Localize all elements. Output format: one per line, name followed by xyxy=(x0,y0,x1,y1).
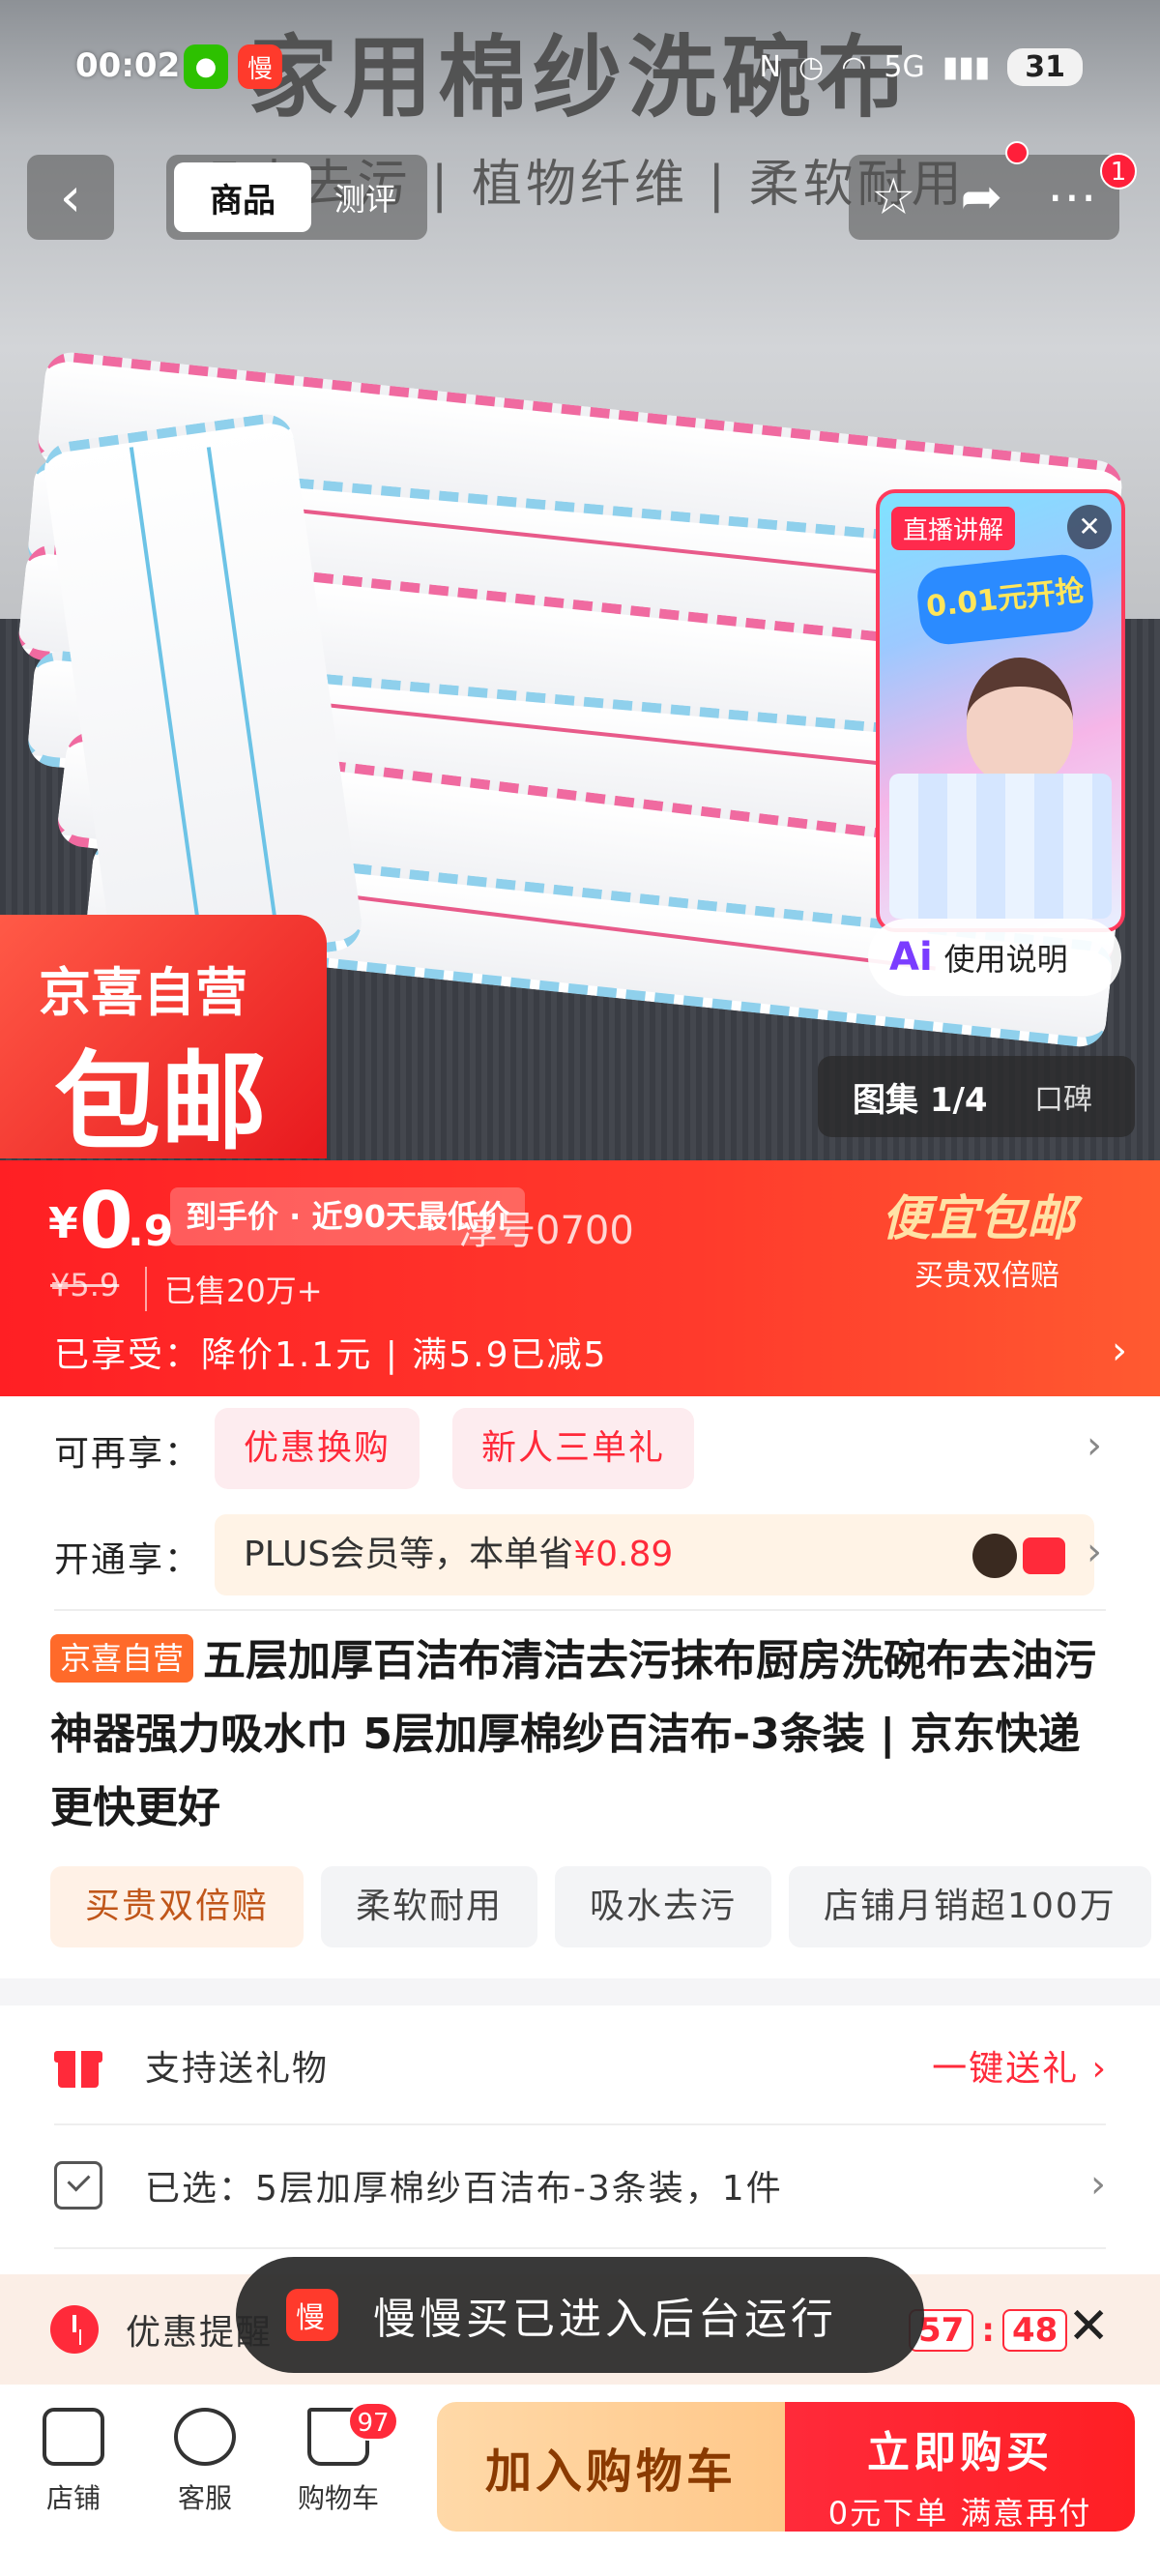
plus-member-box[interactable]: PLUS会员等，本单省¥0.89 xyxy=(215,1514,1094,1595)
trade-in-chip[interactable]: 优惠换购 xyxy=(215,1408,420,1489)
price-decimal: .9 xyxy=(128,1207,174,1256)
tab-product[interactable]: 商品 xyxy=(174,162,311,232)
back-button[interactable]: ‹ xyxy=(27,155,114,240)
live-close-button[interactable]: ✕ xyxy=(1067,505,1112,549)
feature-tag[interactable]: 吸水去污 xyxy=(555,1866,772,1947)
status-time: 00:02 xyxy=(75,46,181,85)
close-icon[interactable]: ✕ xyxy=(1067,2298,1110,2356)
ai-usage-guide-button[interactable]: Ai 使用说明 xyxy=(868,919,1121,996)
more-badge: 1 xyxy=(1100,153,1137,190)
feature-tag[interactable]: 柔软耐用 xyxy=(321,1866,538,1947)
timer-colon: : xyxy=(981,2311,995,2350)
signal-icon: ▮▮▮ xyxy=(942,50,991,84)
gallery-switch[interactable]: 图集 1/4 口碑 xyxy=(818,1056,1135,1137)
chevron-right-icon[interactable]: › xyxy=(1087,1423,1102,1468)
divider xyxy=(54,1609,1106,1611)
selected-check-icon xyxy=(54,2161,102,2210)
live-tag: 直播讲解 xyxy=(891,507,1016,550)
cart-label: 购物车 xyxy=(297,2482,379,2514)
wifi-icon: ◠ xyxy=(841,50,867,84)
cheap-free-shipping: 便宜包邮 xyxy=(882,1190,1075,1246)
status-right: N ◷ ◠ 5G ▮▮▮ 31 xyxy=(760,48,1083,86)
timer-seconds: 48 xyxy=(1001,2309,1068,2352)
service-label: 客服 xyxy=(177,2482,232,2514)
background-run-toast: 慢 慢慢买已进入后台运行 xyxy=(236,2257,924,2373)
card-icon xyxy=(1023,1537,1065,1574)
live-banner: 0.01元开抢 xyxy=(914,551,1096,648)
ai-icon: Ai xyxy=(889,935,933,980)
favorite-star-icon[interactable]: ☆ xyxy=(871,168,916,226)
share-red-dot xyxy=(1005,141,1029,164)
live-goods-image xyxy=(889,774,1112,919)
share-icon[interactable]: ➦ xyxy=(961,168,1003,226)
network-label: 5G xyxy=(884,50,925,84)
divider xyxy=(54,2123,1106,2125)
double-refund-label: 买贵双倍赔 xyxy=(914,1259,1059,1293)
gallery-counter[interactable]: 图集 1/4 xyxy=(818,1073,1011,1121)
one-click-gift-link[interactable]: 一键送礼 › xyxy=(932,2040,1108,2091)
self-operated-tag: 京喜自营 xyxy=(50,1634,194,1683)
free-shipping-label: 包邮 xyxy=(54,1040,267,1164)
bottom-action-bar: 店铺 客服 购物车 97 加入购物车 立即购买 0元下单 满意再付 xyxy=(0,2385,1160,2576)
section-gap xyxy=(0,1978,1160,2005)
price-bar[interactable]: ¥ 0 .9 到手价 · 近90天最低价 淳号0700 ¥5.9 已售20万+ … xyxy=(0,1160,1160,1396)
live-stream-card[interactable]: 直播讲解 ✕ 0.01元开抢 xyxy=(876,489,1125,932)
status-app-icons: ● 慢 xyxy=(184,44,282,89)
gift-label: 支持送礼物 xyxy=(145,2049,330,2089)
product-title: 京喜自营 五层加厚百洁布清洁去污抹布厨房洗碗布去油污神器强力吸水巾 5层加厚棉纱百… xyxy=(50,1625,1123,1845)
cart-count-badge: 97 xyxy=(348,2402,398,2441)
gift-icon xyxy=(54,2041,102,2090)
host-avatar xyxy=(967,658,1073,783)
wechat-icon: ● xyxy=(184,44,228,89)
plus-text: PLUS会员等，本单省 xyxy=(244,1535,574,1574)
manmanmai-icon: 慢 xyxy=(238,44,282,89)
original-price: ¥5.9 xyxy=(50,1267,120,1303)
buy-now-button[interactable]: 立即购买 0元下单 满意再付 xyxy=(785,2402,1135,2532)
chevron-right-icon[interactable]: › xyxy=(1087,1530,1102,1574)
shop-label: 店铺 xyxy=(45,2482,101,2514)
sold-count: 已售20万+ xyxy=(145,1267,323,1311)
manmanmai-icon: 慢 xyxy=(286,2289,338,2341)
chevron-left-icon: ‹ xyxy=(59,165,82,229)
selected-spec-label: 已选：5层加厚棉纱百洁布-3条装，1件 xyxy=(145,2169,783,2209)
buy-now-label: 立即购买 xyxy=(867,2428,1053,2477)
nfc-icon: N xyxy=(759,50,781,84)
price-integer: 0 xyxy=(79,1176,133,1266)
gift-row[interactable]: 支持送礼物 一键送礼 › xyxy=(54,2007,1108,2123)
shop-icon xyxy=(43,2408,104,2466)
more-benefits-label: 可再享： xyxy=(54,1434,202,1474)
self-operated-badge: 京喜自营 包邮 xyxy=(0,915,327,1164)
selected-spec-row[interactable]: 已选：5层加厚棉纱百洁布-3条装，1件 › xyxy=(54,2127,1108,2243)
chevron-right-icon: › xyxy=(1112,1329,1127,1373)
open-membership-label: 开通享： xyxy=(54,1540,202,1580)
service-button[interactable]: 客服 xyxy=(147,2408,263,2516)
more-icon[interactable]: ⋯ xyxy=(1047,168,1097,226)
alarm-icon: ◷ xyxy=(798,50,825,84)
feature-tags: 买贵双倍赔 柔软耐用 吸水去污 店铺月销超100万 xyxy=(50,1866,1151,1947)
enjoyed-discounts: 已享受：降价1.1元 | 满5.9已减5 xyxy=(54,1335,608,1375)
price-currency: ¥ xyxy=(48,1199,78,1248)
tab-review[interactable]: 测评 xyxy=(311,175,420,220)
add-to-cart-button[interactable]: 加入购物车 xyxy=(437,2402,785,2532)
ai-usage-label: 使用说明 xyxy=(943,941,1068,978)
top-actions: ☆ ➦ ⋯ xyxy=(849,155,1119,240)
customer-service-icon xyxy=(174,2408,236,2466)
crown-icon xyxy=(972,1534,1017,1578)
chevron-right-icon: › xyxy=(1090,2162,1108,2207)
battery-indicator: 31 xyxy=(1007,48,1083,86)
shop-button[interactable]: 店铺 xyxy=(15,2408,131,2516)
reviews-tab[interactable]: 口碑 xyxy=(1011,1075,1092,1118)
watermark-text: 淳号0700 xyxy=(458,1209,634,1253)
countdown-timer: 57 : 48 xyxy=(909,2309,1068,2352)
plus-saving: ¥0.89 xyxy=(573,1535,674,1574)
divider xyxy=(54,2247,1106,2249)
toast-text: 慢慢买已进入后台运行 xyxy=(373,2295,837,2344)
feature-tag[interactable]: 店铺月销超100万 xyxy=(789,1866,1151,1947)
clock-icon xyxy=(50,2305,99,2354)
buy-now-sub: 0元下单 满意再付 xyxy=(827,2495,1092,2532)
feature-tag[interactable]: 买贵双倍赔 xyxy=(50,1866,304,1947)
product-title-text: 五层加厚百洁布清洁去污抹布厨房洗碗布去油污神器强力吸水巾 5层加厚棉纱百洁布-3… xyxy=(50,1636,1097,1832)
new-user-gift-chip[interactable]: 新人三单礼 xyxy=(452,1408,695,1489)
product-review-switch[interactable]: 商品 测评 xyxy=(166,155,427,240)
